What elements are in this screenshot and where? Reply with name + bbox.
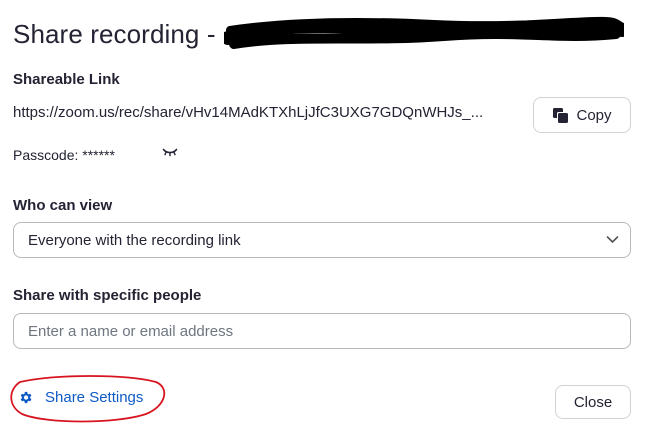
shareable-link-label: Shareable Link xyxy=(13,71,120,88)
share-settings-label: Share Settings xyxy=(45,388,144,406)
redacted-title-scribble xyxy=(223,16,624,49)
copy-icon xyxy=(553,107,569,123)
share-specific-label: Share with specific people xyxy=(13,287,202,304)
dialog-title: Share recording - xyxy=(13,18,216,49)
passcode-text: Passcode: ****** xyxy=(13,147,115,163)
copy-button-label: Copy xyxy=(576,106,612,124)
who-can-view-selected: Everyone with the recording link xyxy=(28,231,241,249)
close-button[interactable]: Close xyxy=(555,385,631,419)
shareable-link-url: https://zoom.us/rec/share/vHv14MAdKTXhLj… xyxy=(13,104,484,121)
dialog-header: Share recording - xyxy=(13,12,653,56)
close-button-label: Close xyxy=(573,393,613,411)
share-recording-dialog: Share recording - Shareable Link https:/… xyxy=(0,0,657,427)
chevron-down-icon xyxy=(606,236,619,243)
eye-closed-icon[interactable] xyxy=(162,147,178,157)
who-can-view-label: Who can view xyxy=(13,197,113,214)
who-can-view-select[interactable]: Everyone with the recording link xyxy=(13,222,631,258)
copy-link-button[interactable]: Copy xyxy=(533,97,631,133)
share-specific-people-input[interactable] xyxy=(13,313,631,349)
gear-icon xyxy=(20,391,32,403)
share-settings-link[interactable]: Share Settings xyxy=(18,386,143,408)
